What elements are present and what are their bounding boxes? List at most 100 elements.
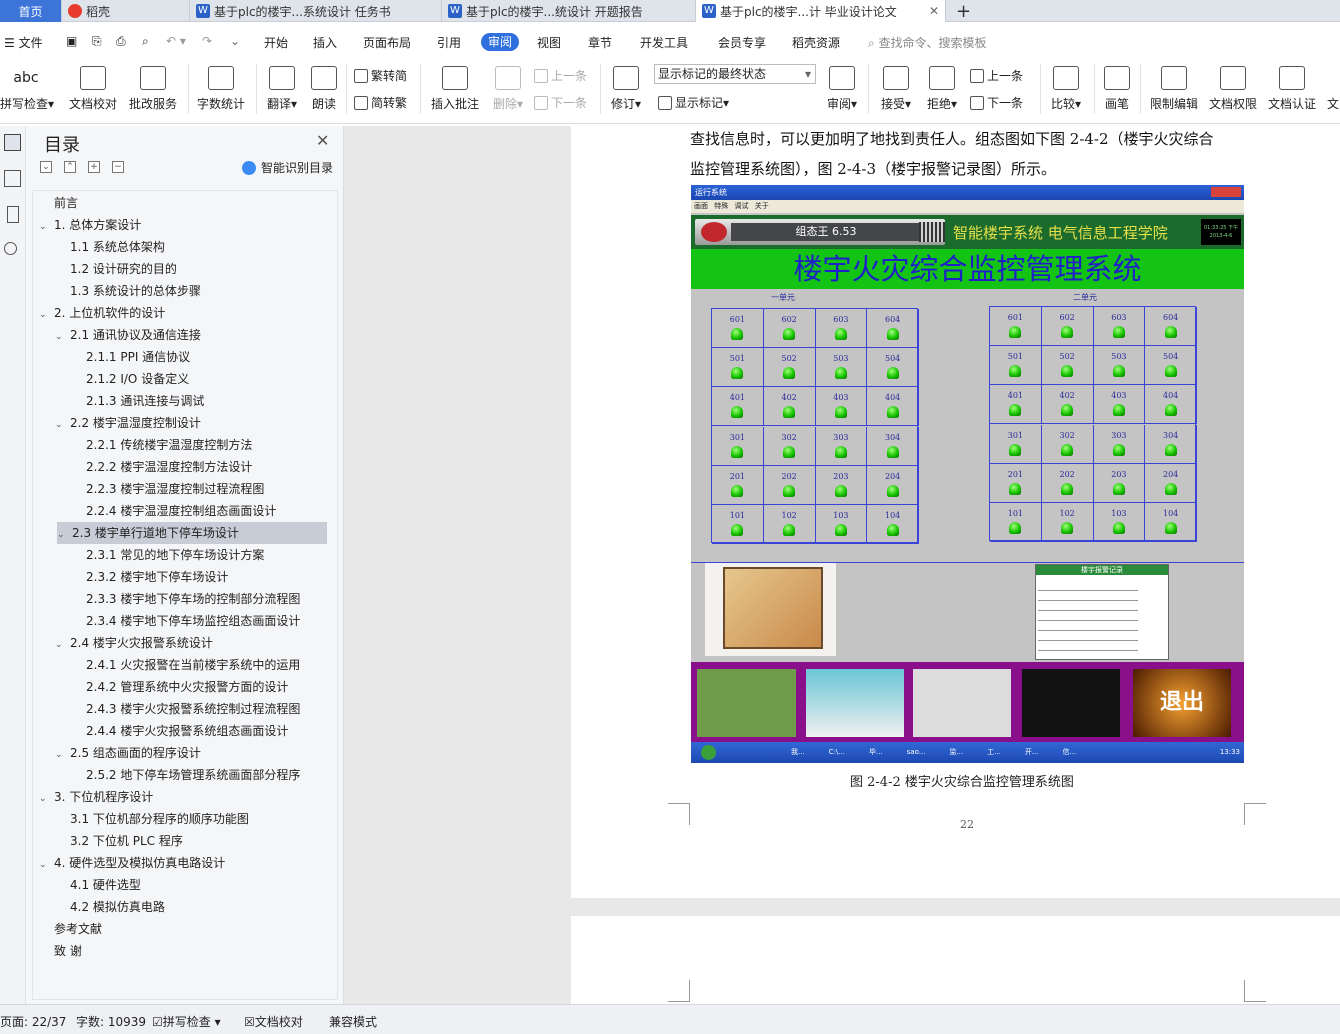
toc-item[interactable]: 4.1 硬件选型 <box>55 874 141 896</box>
tab-task-book[interactable]: W 基于plc的楼宇...系统设计 任务书 <box>190 0 442 22</box>
toc-item[interactable]: ⌄ 2.4 楼宇火灾报警系统设计 <box>55 632 213 654</box>
toc-item[interactable]: 2.3.3 楼宇地下停车场的控制部分流程图 <box>71 588 300 610</box>
quick-access-more-icon[interactable]: ⌄ <box>230 34 240 48</box>
more-button[interactable]: 文 <box>1326 58 1340 118</box>
spell-check-button[interactable]: abc 拼写检查▾ <box>0 58 54 118</box>
toc-item[interactable]: 4.2 模拟仿真电路 <box>55 896 165 918</box>
print-icon[interactable]: ⎙ <box>116 34 126 49</box>
chevron-down-icon[interactable]: ⌄ <box>39 788 49 810</box>
toc-item[interactable]: 2.2.2 楼宇温湿度控制方法设计 <box>71 456 252 478</box>
tab-home[interactable]: 首页 <box>0 0 62 22</box>
insert-comment-button[interactable]: 插入批注 <box>428 58 482 118</box>
to-traditional-button[interactable]: 繁转简 <box>354 67 407 84</box>
chevron-down-icon[interactable]: ⌄ <box>39 216 49 238</box>
print-preview-icon[interactable]: ⌕ <box>142 34 149 49</box>
toc-item[interactable]: 2.3.4 楼宇地下停车场监控组态画面设计 <box>71 610 300 632</box>
menu-insert[interactable]: 插入 <box>313 34 337 51</box>
save-icon[interactable]: ▣ <box>66 34 77 48</box>
toc-item[interactable]: ⌄ 2.2 楼宇温湿度控制设计 <box>55 412 201 434</box>
menu-dev-tools[interactable]: 开发工具 <box>640 34 688 51</box>
menu-docer[interactable]: 稻壳资源 <box>792 34 840 51</box>
command-search[interactable]: ⌕ 查找命令、搜索模板 <box>868 34 987 51</box>
menu-page-layout[interactable]: 页面布局 <box>363 34 411 51</box>
compare-button[interactable]: 比较▾ <box>1046 58 1086 118</box>
toc-item[interactable]: 2.1.2 I/O 设备定义 <box>71 368 189 390</box>
toc-item[interactable]: 2.4.1 火灾报警在当前楼宇系统中的运用 <box>71 654 300 676</box>
undo-icon[interactable]: ↶ ▾ <box>166 34 186 48</box>
toc-item[interactable]: 1.1 系统总体架构 <box>55 236 165 258</box>
redo-icon[interactable]: ↷ <box>202 34 212 48</box>
toc-item[interactable]: 参考文献 <box>39 918 102 940</box>
doc-cert-button[interactable]: 文档认证 <box>1264 58 1320 118</box>
menu-review[interactable]: 审阅 <box>481 33 520 51</box>
track-changes-button[interactable]: 修订▾ <box>606 58 646 118</box>
toc-item[interactable]: ⌄ 1. 总体方案设计 <box>39 214 141 236</box>
toc-item[interactable]: ⌄ 3. 下位机程序设计 <box>39 786 153 808</box>
export-pdf-icon[interactable]: ⎘ <box>92 34 102 49</box>
toc-item[interactable]: 2.3.1 常见的地下停车场设计方案 <box>71 544 264 566</box>
toc-item[interactable]: 2.2.4 楼宇温湿度控制组态画面设计 <box>71 500 276 522</box>
remove-heading-icon[interactable]: − <box>112 161 124 173</box>
markup-state-select[interactable]: 显示标记的最终状态 ▾ <box>654 64 816 84</box>
toc-item[interactable]: ⌄ 2.3 楼宇单行道地下停车场设计 <box>57 522 327 544</box>
toc-item[interactable]: 1.3 系统设计的总体步骤 <box>55 280 201 302</box>
chevron-down-icon[interactable]: ⌄ <box>55 634 65 656</box>
smart-toc-button[interactable]: 智能识别目录 <box>242 159 333 176</box>
toc-item[interactable]: 2.5.2 地下停车场管理系统画面部分程序 <box>71 764 300 786</box>
accept-button[interactable]: 接受▾ <box>876 58 916 118</box>
toc-item[interactable]: 2.3.2 楼宇地下停车场设计 <box>71 566 228 588</box>
toc-item[interactable]: ⌄ 4. 硬件选型及模拟仿真电路设计 <box>39 852 225 874</box>
menu-view[interactable]: 视图 <box>537 34 561 51</box>
menu-chapter[interactable]: 章节 <box>588 34 612 51</box>
chevron-down-icon[interactable]: ⌄ <box>55 414 65 436</box>
read-aloud-button[interactable]: 朗读 <box>306 58 342 118</box>
toc-item[interactable]: 2.1.1 PPI 通信协议 <box>71 346 190 368</box>
next-change-button[interactable]: 下一条 <box>970 94 1023 111</box>
toc-item[interactable]: ⌄ 2.5 组态画面的程序设计 <box>55 742 201 764</box>
close-icon[interactable]: ✕ <box>929 4 939 18</box>
word-count-button[interactable]: 字数统计 <box>194 58 248 118</box>
status-doc-proof[interactable]: ☒文档校对 <box>244 1013 303 1030</box>
chevron-down-icon[interactable]: ⌄ <box>57 524 67 546</box>
menu-file[interactable]: ☰ 文件 <box>4 34 43 51</box>
chevron-down-icon[interactable]: ⌄ <box>55 326 65 348</box>
tab-proposal[interactable]: W 基于plc的楼宇...统设计 开题报告 <box>442 0 696 22</box>
toc-item[interactable]: 2.2.1 传统楼宇温湿度控制方法 <box>71 434 252 456</box>
toc-item[interactable]: 1.2 设计研究的目的 <box>55 258 177 280</box>
toc-item[interactable]: 致 谢 <box>39 940 82 962</box>
doc-proof-button[interactable]: 文档校对 <box>66 58 120 118</box>
toc-item[interactable]: 2.4.4 楼宇火灾报警系统组态画面设计 <box>71 720 288 742</box>
toc-item[interactable]: 2.1.3 通讯连接与调试 <box>71 390 204 412</box>
tab-docer[interactable]: 稻壳 <box>62 0 190 22</box>
restrict-edit-button[interactable]: 限制编辑 <box>1146 58 1202 118</box>
tab-thesis[interactable]: W 基于plc的楼宇...计 毕业设计论文 ✕ <box>696 0 946 22</box>
chevron-down-icon[interactable]: ⌄ <box>39 854 49 876</box>
toc-item[interactable]: 2.4.3 楼宇火灾报警系统控制过程流程图 <box>71 698 300 720</box>
translate-button[interactable]: 翻译▾ <box>262 58 302 118</box>
doc-permission-button[interactable]: 文档权限 <box>1206 58 1260 118</box>
show-markup-button[interactable]: 显示标记 ▾ <box>658 94 729 111</box>
toc-item[interactable]: 3.1 下位机部分程序的顺序功能图 <box>55 808 249 830</box>
page-indicator[interactable]: 页面: 22/37 <box>0 1013 66 1030</box>
add-heading-icon[interactable]: + <box>88 161 100 173</box>
new-tab-button[interactable]: + <box>946 0 982 22</box>
chevron-down-icon[interactable]: ⌄ <box>39 304 49 326</box>
toc-item[interactable]: 2.2.3 楼宇温湿度控制过程流程图 <box>71 478 264 500</box>
toc-item[interactable]: 前言 <box>39 192 78 214</box>
revise-service-button[interactable]: 批改服务 <box>126 58 180 118</box>
close-icon[interactable]: ✕ <box>316 131 329 150</box>
review-pane-button[interactable]: 审阅▾ <box>824 58 860 118</box>
toc-item[interactable]: ⌄ 2. 上位机软件的设计 <box>39 302 165 324</box>
collapse-all-icon[interactable]: ⌄ <box>40 161 52 173</box>
delete-comment-button[interactable]: 删除▾ <box>488 58 528 118</box>
status-spell-check[interactable]: ☑拼写检查 ▾ <box>152 1013 221 1030</box>
bookmark-icon[interactable] <box>7 206 19 223</box>
to-simplified-button[interactable]: 简转繁 <box>354 94 407 111</box>
chevron-down-icon[interactable]: ⌄ <box>55 744 65 766</box>
search-icon[interactable] <box>4 242 17 255</box>
toc-item[interactable]: ⌄ 2.1 通讯协议及通信连接 <box>55 324 201 346</box>
word-count-indicator[interactable]: 字数: 10939 <box>76 1013 146 1030</box>
prev-change-button[interactable]: 上一条 <box>970 67 1023 84</box>
reject-button[interactable]: 拒绝▾ <box>922 58 962 118</box>
prev-comment-button[interactable]: 上一条 <box>534 67 587 84</box>
